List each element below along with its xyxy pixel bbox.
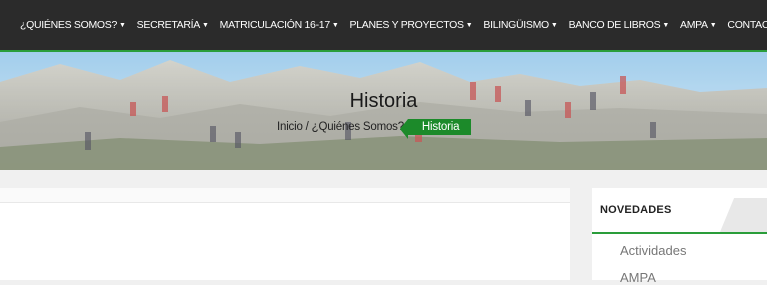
sidebar-widget-title: NOVEDADES [600,204,672,216]
nav-item-ampa[interactable]: AMPA ▼ [679,19,717,31]
nav-item-label: CONTACTO [727,19,767,31]
nav-item-contacto[interactable]: CONTACTO [727,19,767,31]
nav-item-label: MATRICULACIÓN 16-17 [219,19,331,31]
caret-down-icon: ▼ [662,21,669,29]
breadcrumb-current: Historia [399,119,472,139]
nav-item-secretaria[interactable]: SECRETARÍA ▼ [137,19,209,31]
breadcrumb-separator: / [305,121,309,133]
page-title: Historia [349,90,418,112]
caret-down-icon: ▼ [202,21,209,29]
caret-down-icon: ▼ [465,21,473,29]
breadcrumb-home-link[interactable]: Inicio [277,121,303,133]
nav-item-label: AMPA [679,19,708,31]
nav-item-bilinguismo[interactable]: BILINGÜISMO ▼ [483,19,557,31]
top-navigation-bar: ¿QUIÉNES SOMOS? ▼ SECRETARÍA ▼ MATRICULA… [0,0,767,50]
caret-down-icon: ▼ [550,21,558,29]
caret-down-icon: ▼ [709,21,717,29]
nav-item-planes-proyectos[interactable]: PLANES Y PROYECTOS ▼ [350,19,473,31]
sidebar-link-ampa[interactable]: AMPA [620,270,656,285]
sidebar-widget-header: NOVEDADES [592,188,767,234]
breadcrumb: Inicio / ¿Quiénes Somos? Historia [277,117,472,139]
nav-item-label: PLANES Y PROYECTOS [349,19,465,31]
nav-item-matriculacion[interactable]: MATRICULACIÓN 16-17 ▼ [220,19,339,31]
nav-item-label: SECRETARÍA [136,19,201,31]
breadcrumb-parent-link[interactable]: ¿Quiénes Somos? [312,121,404,133]
nav-item-label: BANCO DE LIBROS [568,19,661,31]
nav-menu: ¿QUIÉNES SOMOS? ▼ SECRETARÍA ▼ MATRICULA… [20,0,767,50]
nav-item-label: ¿QUIÉNES SOMOS? [20,19,118,31]
caret-down-icon: ▼ [331,21,339,29]
main-content-header-strip [0,188,570,203]
hero-banner: Historia Inicio / ¿Quiénes Somos? Histor… [0,52,767,170]
sidebar-header-tab-decoration [720,198,767,232]
sidebar-widget: NOVEDADES Actividades AMPA [592,188,767,285]
nav-item-quienes-somos[interactable]: ¿QUIÉNES SOMOS? ▼ [20,19,126,31]
nav-item-banco-libros[interactable]: BANCO DE LIBROS ▼ [568,19,670,31]
sidebar-link-actividades[interactable]: Actividades [620,243,686,258]
caret-down-icon: ▼ [119,21,126,29]
nav-item-label: BILINGÜISMO [483,19,549,31]
